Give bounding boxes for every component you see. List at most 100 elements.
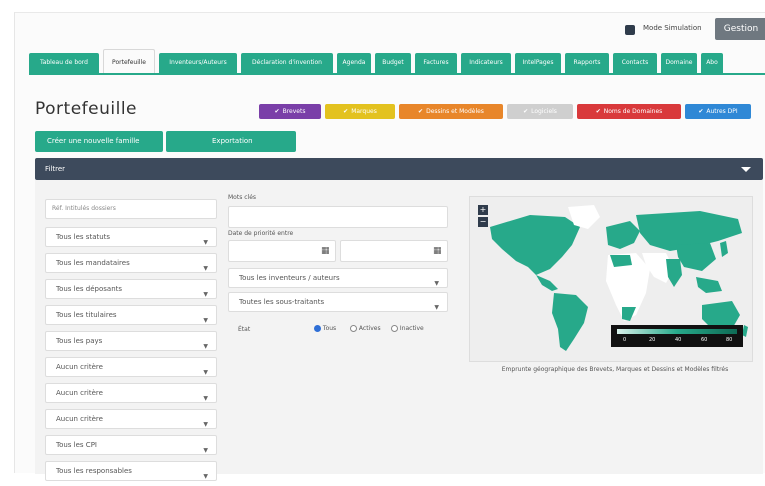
chip-label: Dessins et Modèles bbox=[426, 108, 484, 115]
chevron-down-icon: ▼ bbox=[203, 265, 208, 272]
filter-select[interactable]: Tous les responsables ▼ bbox=[45, 461, 217, 481]
inventors-select[interactable]: Tous les inventeurs / auteurs ▼ bbox=[228, 268, 448, 288]
legend-tick: 60 bbox=[701, 337, 708, 343]
filter-select-value: Tous les pays bbox=[56, 337, 103, 345]
map-region-north-america bbox=[490, 215, 580, 275]
filter-select[interactable]: Aucun critère ▼ bbox=[45, 409, 217, 429]
radio-all[interactable]: Tous bbox=[314, 325, 336, 332]
keywords-label: Mots clés bbox=[228, 194, 257, 201]
check-icon: ✔ bbox=[595, 108, 601, 115]
check-icon: ✔ bbox=[523, 108, 529, 115]
filter-select[interactable]: Aucun critère ▼ bbox=[45, 357, 217, 377]
main-tabs: Tableau de bord Portefeuille Inventeurs/Au… bbox=[29, 43, 765, 75]
filter-select-value: Tous les statuts bbox=[56, 233, 111, 241]
chevron-down-icon: ▼ bbox=[203, 343, 208, 350]
radio-all-label: Tous bbox=[322, 325, 337, 332]
tab-domaine[interactable]: Domaine bbox=[661, 53, 697, 73]
tab-tableau-de-bord[interactable]: Tableau de bord bbox=[29, 53, 99, 73]
filter-select-value: Tous les mandataires bbox=[56, 259, 130, 267]
legend-color-scale bbox=[617, 329, 737, 334]
chevron-down-icon: ▼ bbox=[203, 421, 208, 428]
keywords-input[interactable] bbox=[228, 206, 448, 228]
zoom-in-button[interactable]: + bbox=[478, 205, 488, 215]
export-button[interactable]: Exportation bbox=[166, 131, 296, 152]
tab-d-claration-d-invention[interactable]: Déclaration d'invention bbox=[241, 53, 333, 73]
date-from-input[interactable]: ▦ bbox=[228, 240, 336, 262]
map-region-central-america bbox=[536, 275, 558, 291]
chip-brevets[interactable]: ✔ Brevets bbox=[259, 104, 321, 119]
filter-panel: Réf. Intitulés dossiers Tous les statuts… bbox=[35, 180, 763, 481]
tab-agenda[interactable]: Agenda bbox=[337, 53, 371, 73]
check-icon: ✔ bbox=[343, 108, 349, 115]
radio-active[interactable]: Actives bbox=[350, 325, 381, 332]
legend-tick: 80 bbox=[726, 337, 733, 343]
filter-select[interactable]: Tous les déposants ▼ bbox=[45, 279, 217, 299]
chip-dessins-et-mod-les[interactable]: ✔ Dessins et Modèles bbox=[399, 104, 503, 119]
page-title: Portefeuille bbox=[35, 99, 138, 119]
filter-select[interactable]: Tous les statuts ▼ bbox=[45, 227, 217, 247]
world-map[interactable]: + − 0 20 40 60 80 bbox=[469, 196, 753, 362]
simulation-toggle[interactable] bbox=[625, 25, 635, 35]
filter-select[interactable]: Tous les mandataires ▼ bbox=[45, 253, 217, 273]
priority-date-label: Date de priorité entre bbox=[228, 230, 294, 237]
chevron-down-icon: ▼ bbox=[434, 304, 439, 311]
tab-indicateurs[interactable]: Indicateurs bbox=[461, 53, 511, 73]
subsidiaries-select[interactable]: Toutes les sous-traitants ▼ bbox=[228, 292, 448, 312]
tab-inventeurs-auteurs[interactable]: Inventeurs/Auteurs bbox=[159, 53, 237, 73]
app-window: Mode Simulation Gestion Tableau de bord P… bbox=[14, 12, 765, 481]
tab-intelpages[interactable]: IntelPages bbox=[515, 53, 561, 73]
chevron-down-icon: ▼ bbox=[203, 317, 208, 324]
check-icon: ✔ bbox=[418, 108, 424, 115]
tab-abo[interactable]: Abo bbox=[701, 53, 723, 73]
filter-select-value: Tous les titulaires bbox=[56, 311, 117, 319]
map-region-china bbox=[676, 243, 716, 271]
state-label: État bbox=[238, 326, 251, 333]
zoom-out-button[interactable]: − bbox=[478, 217, 488, 227]
radio-inactive[interactable]: Inactive bbox=[391, 325, 424, 332]
chevron-down-icon: ▼ bbox=[203, 291, 208, 298]
chip-label: Noms de Domaines bbox=[603, 108, 663, 115]
chevron-down-icon: ▼ bbox=[203, 473, 208, 480]
chip-noms-de-domaines[interactable]: ✔ Noms de Domaines bbox=[577, 104, 681, 119]
calendar-icon[interactable]: ▦ bbox=[433, 246, 442, 256]
filter-select[interactable]: Tous les pays ▼ bbox=[45, 331, 217, 351]
chip-label: Logiciels bbox=[531, 108, 557, 115]
filter-select-value: Tous les responsables bbox=[56, 467, 132, 475]
calendar-icon[interactable]: ▦ bbox=[321, 246, 330, 256]
subsidiaries-select-value: Toutes les sous-traitants bbox=[239, 298, 325, 306]
gestion-button[interactable]: Gestion bbox=[715, 18, 765, 40]
tab-rapports[interactable]: Rapports bbox=[565, 53, 609, 73]
chip-autres-dpi[interactable]: ✔ Autres DPI bbox=[685, 104, 751, 119]
tab-budget[interactable]: Budget bbox=[375, 53, 411, 73]
create-family-button[interactable]: Créer une nouvelle famille bbox=[35, 131, 163, 152]
radio-all-indicator bbox=[314, 325, 321, 332]
tab-contacts[interactable]: Contacts bbox=[613, 53, 657, 73]
filter-select-value: Aucun critère bbox=[56, 415, 103, 423]
filter-select[interactable]: Aucun critère ▼ bbox=[45, 383, 217, 403]
map-region-south-america bbox=[552, 293, 588, 351]
tab-portefeuille[interactable]: Portefeuille bbox=[103, 49, 155, 73]
chip-logiciels[interactable]: ✔ Logiciels bbox=[507, 104, 573, 119]
search-input[interactable]: Réf. Intitulés dossiers bbox=[45, 199, 217, 219]
check-icon: ✔ bbox=[274, 108, 280, 115]
filter-select-value: Aucun critère bbox=[56, 389, 103, 397]
chevron-down-icon: ▼ bbox=[203, 447, 208, 454]
radio-active-indicator bbox=[350, 325, 357, 332]
top-bar: Mode Simulation Gestion bbox=[15, 13, 765, 47]
radio-inactive-indicator bbox=[391, 325, 398, 332]
chevron-down-icon: ▼ bbox=[434, 280, 439, 287]
date-to-input[interactable]: ▦ bbox=[340, 240, 448, 262]
check-icon: ✔ bbox=[698, 108, 704, 115]
filter-toggle-bar[interactable]: Filtrer bbox=[35, 158, 763, 180]
map-legend: 0 20 40 60 80 bbox=[611, 325, 743, 347]
chip-label: Brevets bbox=[282, 108, 306, 115]
legend-tick: 0 bbox=[623, 337, 627, 343]
filter-select[interactable]: Tous les CPI ▼ bbox=[45, 435, 217, 455]
filter-bar-label: Filtrer bbox=[45, 165, 66, 173]
chip-marques[interactable]: ✔ Marques bbox=[325, 104, 395, 119]
chevron-down-icon: ▼ bbox=[203, 239, 208, 246]
tab-factures[interactable]: Factures bbox=[415, 53, 457, 73]
radio-active-label: Actives bbox=[358, 325, 381, 332]
map-caption: Emprunte géographique des Brevets, Marqu… bbox=[501, 366, 729, 373]
filter-select[interactable]: Tous les titulaires ▼ bbox=[45, 305, 217, 325]
